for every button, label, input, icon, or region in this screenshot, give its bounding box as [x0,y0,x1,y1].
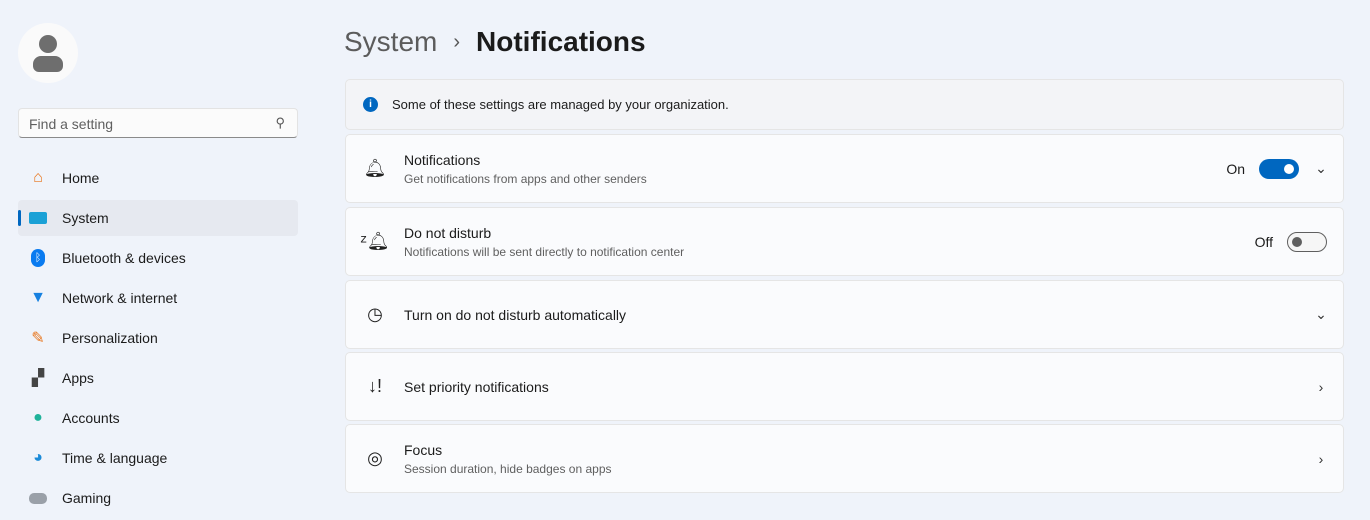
wifi-icon: ▼ [30,289,46,306]
toggle-state-label: On [1226,160,1245,177]
chevron-down-icon[interactable]: ⌄ [1315,306,1327,323]
toggle-state-label: Off [1254,233,1273,250]
clock-icon: ◷ [367,304,383,324]
notifications-card[interactable]: 🔔︎ Notifications Get notifications from a… [345,134,1344,203]
search-input[interactable]: Find a setting ⚲ [18,108,298,138]
do-not-disturb-toggle[interactable] [1287,231,1327,252]
sidebar-item-system[interactable]: System [18,200,298,236]
focus-card[interactable]: ◎ Focus Session duration, hide badges on … [345,424,1344,493]
sidebar-item-bluetooth[interactable]: ᛒ Bluetooth & devices [18,240,298,276]
globe-clock-icon: ◕ [33,449,43,466]
apps-icon: ▞ [31,370,45,387]
bluetooth-icon: ᛒ [28,248,48,268]
managed-banner: i Some of these settings are managed by y… [345,79,1344,130]
priority-notifications-card[interactable]: ↓! Set priority notifications › [345,352,1344,421]
focus-icon: ◎ [367,448,383,468]
breadcrumb-parent[interactable]: System [344,26,437,58]
bell-snooze-icon: ᶻ🔔︎ [360,231,390,251]
breadcrumb: System › Notifications [344,26,646,58]
sidebar-item-personalization[interactable]: ✎ Personalization [18,320,298,356]
avatar[interactable] [18,23,78,83]
notifications-toggle[interactable] [1259,158,1299,179]
page-title: Notifications [476,26,646,57]
system-icon [28,208,48,228]
sidebar-item-time-language[interactable]: ◕ Time & language [18,440,298,476]
accounts-icon: ● [33,409,43,426]
chevron-right-icon: › [1318,450,1324,467]
gamepad-icon [28,488,48,508]
chevron-right-icon: › [1318,378,1324,395]
breadcrumb-separator: › [453,30,461,53]
sidebar-item-accounts[interactable]: ● Accounts [18,400,298,436]
search-icon: ⚲ [275,115,285,130]
chevron-down-icon[interactable]: ⌄ [1315,160,1327,177]
dnd-automatically-card[interactable]: ◷ Turn on do not disturb automatically ⌄ [345,280,1344,349]
sidebar-item-network[interactable]: ▼ Network & internet [18,280,298,316]
brush-icon: ✎ [31,330,45,347]
sidebar-item-gaming[interactable]: Gaming [18,480,298,516]
bell-icon: 🔔︎ [363,158,387,178]
info-icon: i [363,97,378,112]
sidebar-item-apps[interactable]: ▞ Apps [18,360,298,396]
sidebar-nav: ⌂ Home System ᛒ Bluetooth & devices ▼ Netwo… [18,160,298,520]
priority-icon: ↓! [367,376,382,396]
do-not-disturb-card: ᶻ🔔︎ Do not disturb Notifications will be … [345,207,1344,276]
sidebar-item-home[interactable]: ⌂ Home [18,160,298,196]
home-icon: ⌂ [33,169,43,186]
